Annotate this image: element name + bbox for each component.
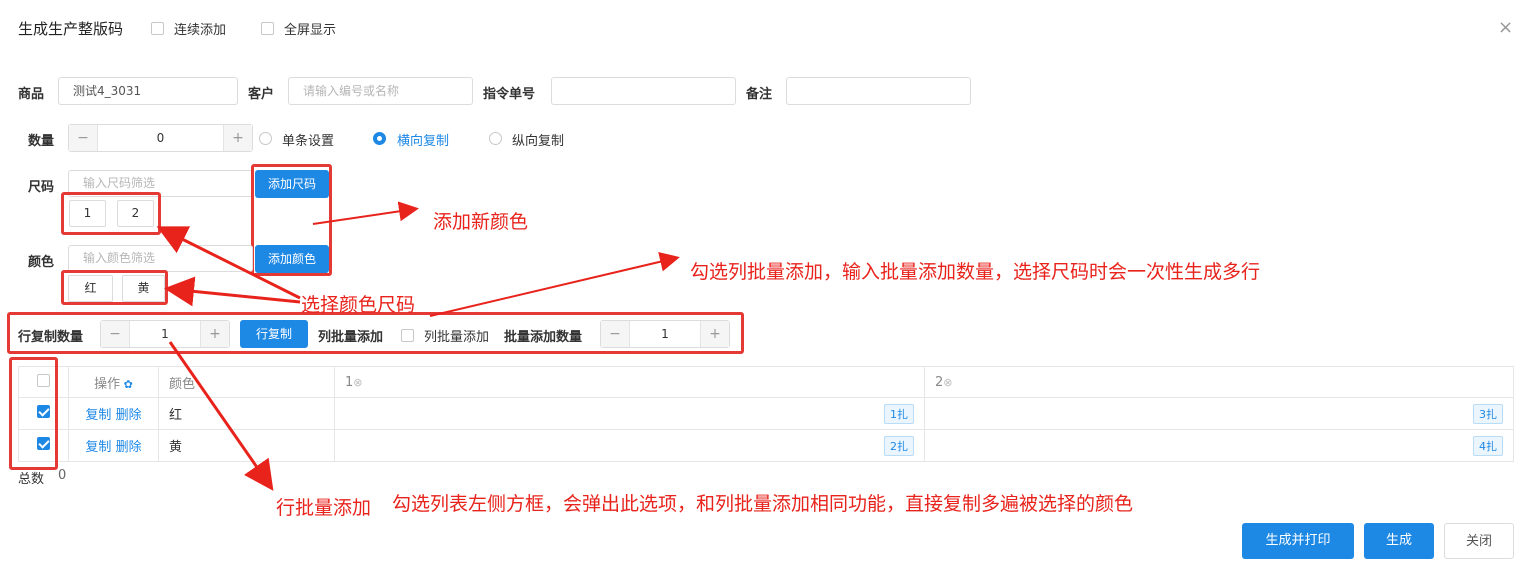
- annotation-col-batch: 勾选列批量添加，输入批量添加数量，选择尺码时会一次性生成多行: [690, 261, 1261, 283]
- close-button[interactable]: 关闭: [1444, 523, 1514, 559]
- generate-button[interactable]: 生成: [1364, 523, 1434, 559]
- generate-print-button[interactable]: 生成并打印: [1242, 523, 1354, 559]
- annotation-add-color: 添加新颜色: [433, 211, 529, 233]
- annotation-row-desc: 勾选列表左侧方框，会弹出此选项，和列批量添加相同功能，直接复制多遍被选择的颜色: [392, 493, 1134, 515]
- annotation-row-batch: 行批量添加: [276, 497, 372, 519]
- annotation-select: 选择颜色尺码: [301, 294, 416, 316]
